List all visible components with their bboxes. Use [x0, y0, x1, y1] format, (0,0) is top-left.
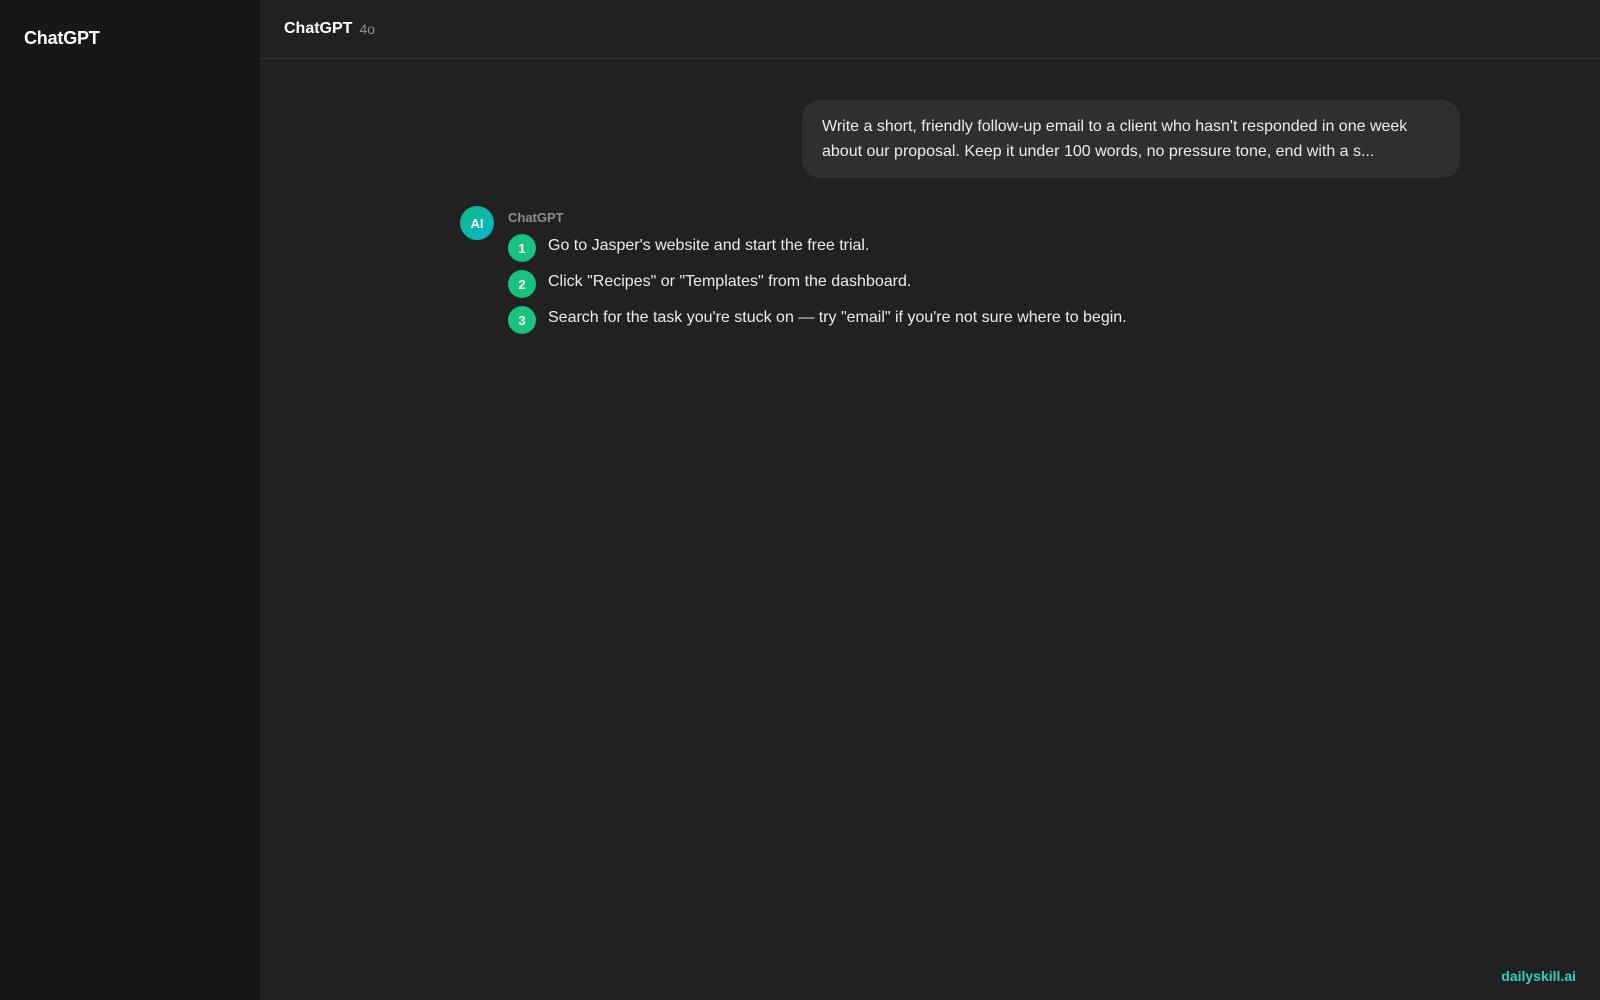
- assistant-message-body: ChatGPT 1 Go to Jasper's website and sta…: [508, 206, 1460, 342]
- top-bar: ChatGPT 4o: [260, 0, 1600, 59]
- sidebar-brand[interactable]: ChatGPT: [24, 28, 236, 49]
- user-message-row: Write a short, friendly follow-up email …: [460, 100, 1460, 178]
- conversation-thread: Write a short, friendly follow-up email …: [460, 100, 1460, 342]
- watermark-brand: dailyskill.ai: [1501, 968, 1576, 984]
- main-panel: ChatGPT 4o Write a short, friendly follo…: [260, 0, 1600, 1000]
- step-number-badge: 1: [508, 234, 536, 262]
- step-item: 3 Search for the task you're stuck on — …: [508, 306, 1460, 334]
- assistant-name: ChatGPT: [508, 210, 564, 225]
- assistant-avatar: AI: [460, 206, 494, 240]
- step-item: 1 Go to Jasper's website and start the f…: [508, 234, 1460, 262]
- step-number-badge: 2: [508, 270, 536, 298]
- user-message-bubble: Write a short, friendly follow-up email …: [802, 100, 1460, 178]
- steps-list: 1 Go to Jasper's website and start the f…: [508, 234, 1460, 334]
- step-item: 2 Click "Recipes" or "Templates" from th…: [508, 270, 1460, 298]
- app-window: ChatGPT ChatGPT 4o Write a short, friend…: [0, 0, 1600, 1000]
- sidebar: ChatGPT: [0, 0, 260, 1000]
- step-text: Go to Jasper's website and start the fre…: [548, 237, 870, 254]
- model-version-label: 4o: [359, 21, 376, 37]
- assistant-message-row: AI ChatGPT 1 Go to Jasper's website and …: [460, 206, 1460, 342]
- step-number-badge: 3: [508, 306, 536, 334]
- step-text: Click "Recipes" or "Templates" from the …: [548, 273, 912, 290]
- model-selector[interactable]: ChatGPT: [284, 20, 352, 38]
- step-text: Search for the task you're stuck on — tr…: [548, 309, 1127, 326]
